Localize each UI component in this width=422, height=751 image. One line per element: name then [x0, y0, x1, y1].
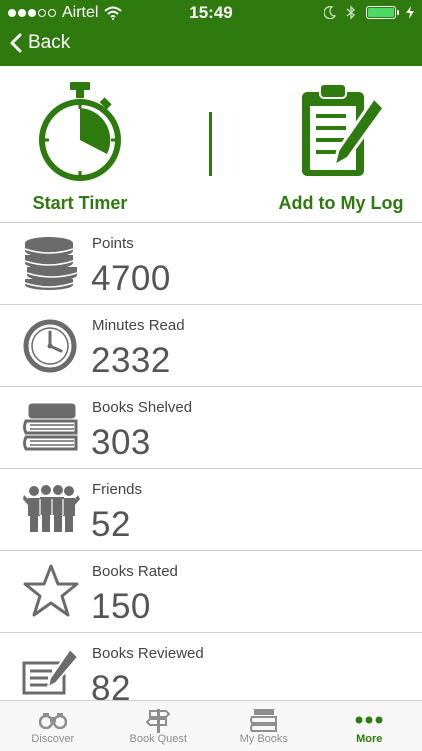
stat-label: Books Shelved [92, 399, 192, 416]
clock-icon [22, 317, 80, 373]
status-bar: Airtel 15:49 [0, 0, 422, 26]
stat-books-reviewed: Books Reviewed 82 [0, 633, 422, 701]
more-dots-icon [355, 716, 383, 724]
stat-value: 52 [91, 505, 131, 545]
stat-value: 150 [91, 587, 151, 627]
tab-my-books[interactable]: My Books [211, 701, 317, 751]
actions-section: Start Timer Add to My Log [0, 66, 422, 222]
stat-books-rated: Books Rated 150 [0, 551, 422, 633]
bluetooth-icon [346, 5, 356, 20]
stat-minutes-read: Minutes Read 2332 [0, 305, 422, 387]
review-pen-icon [22, 645, 80, 701]
back-button[interactable]: Back [10, 32, 70, 54]
signpost-icon [146, 707, 170, 733]
stat-books-shelved: Books Shelved 303 [0, 387, 422, 469]
charging-icon [406, 6, 414, 19]
books-icon [250, 708, 278, 732]
battery-icon [366, 6, 396, 19]
stat-label: Books Rated [92, 563, 178, 580]
binoculars-icon [39, 711, 67, 729]
clipboard-pen-icon [296, 78, 386, 184]
tab-discover[interactable]: Discover [0, 701, 106, 751]
navigation-bar: Back [0, 26, 422, 66]
chevron-left-icon [10, 33, 22, 53]
tab-label: More [317, 733, 422, 745]
stat-label: Friends [92, 481, 142, 498]
tab-more[interactable]: More [317, 701, 422, 751]
add-to-log-label: Add to My Log [274, 193, 408, 214]
tab-label: Discover [0, 733, 106, 745]
stopwatch-icon [35, 78, 125, 184]
friends-icon [22, 481, 80, 537]
action-divider [209, 112, 212, 176]
tab-book-quest[interactable]: Book Quest [106, 701, 212, 751]
stats-list: Points 4700 Minutes Read 2332 Books Sh [0, 222, 422, 701]
add-to-log-button[interactable]: Add to My Log [274, 78, 408, 214]
status-right [324, 5, 414, 20]
stat-value: 82 [91, 669, 131, 701]
stat-value: 4700 [91, 259, 171, 299]
coins-icon [22, 235, 80, 291]
tab-label: Book Quest [106, 733, 212, 745]
stat-label: Books Reviewed [92, 645, 204, 662]
moon-icon [324, 6, 336, 19]
stat-points: Points 4700 [0, 223, 422, 305]
start-timer-button[interactable]: Start Timer [20, 78, 140, 214]
stat-friends: Friends 52 [0, 469, 422, 551]
stat-value: 2332 [91, 341, 171, 381]
book-stack-icon [22, 399, 80, 455]
star-icon [22, 563, 80, 619]
top-bar: Airtel 15:49 Ba [0, 0, 422, 66]
tab-label: My Books [211, 733, 317, 745]
stat-label: Minutes Read [92, 317, 185, 334]
stat-value: 303 [91, 423, 151, 463]
back-label: Back [28, 32, 70, 54]
start-timer-label: Start Timer [20, 193, 140, 214]
stat-label: Points [92, 235, 134, 252]
tab-bar: Discover Book Quest My Books [0, 700, 422, 751]
